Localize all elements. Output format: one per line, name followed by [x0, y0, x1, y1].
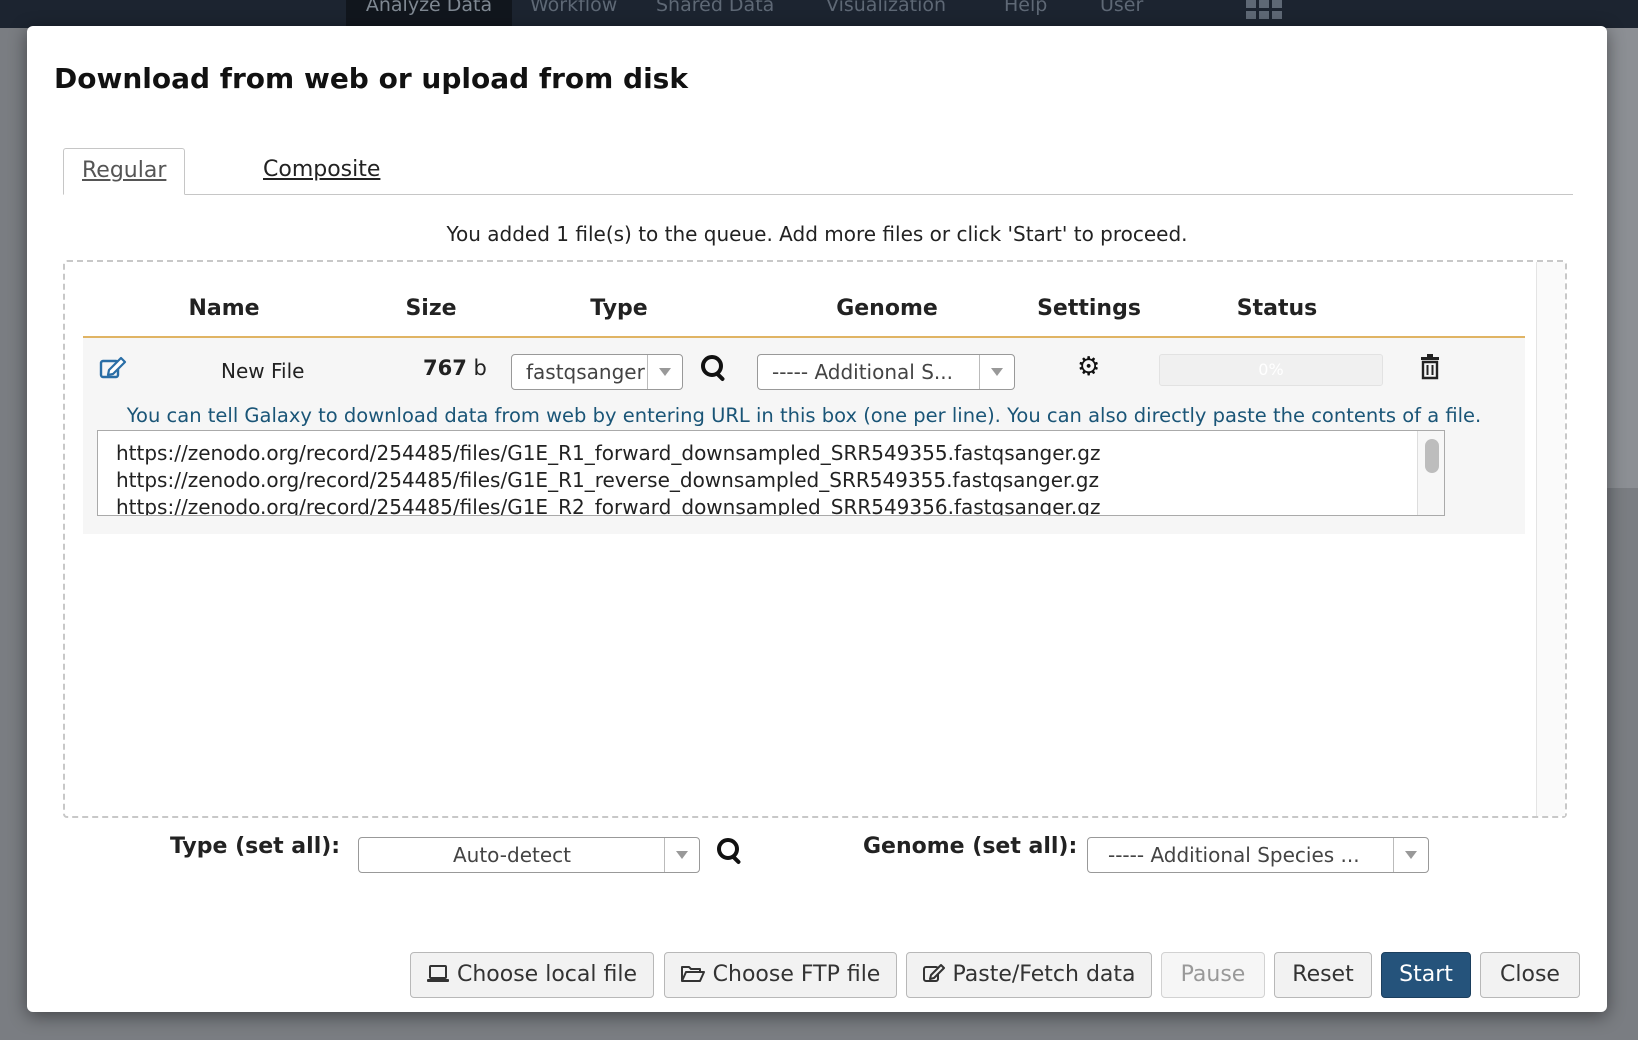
file-size-value: 767	[423, 356, 467, 380]
column-header-type: Type	[590, 296, 648, 321]
url-hint: You can tell Galaxy to download data fro…	[126, 404, 1482, 427]
dialog-title: Download from web or upload from disk	[54, 62, 688, 95]
tab-regular[interactable]: Regular	[63, 148, 186, 195]
file-genome-select[interactable]: ----- Additional S...	[757, 354, 1015, 390]
nav-help: Help	[1004, 0, 1048, 16]
search-icon[interactable]	[717, 838, 743, 864]
tab-composite[interactable]: Composite	[263, 148, 380, 194]
nav-workflow: Workflow	[530, 0, 618, 16]
type-set-all-label: Type (set all):	[170, 834, 341, 859]
file-name: New File	[221, 359, 305, 383]
chevron-down-icon	[664, 838, 699, 872]
chevron-down-icon	[647, 355, 682, 389]
type-set-all-select[interactable]: Auto-detect	[358, 837, 700, 873]
pause-button[interactable]: Pause	[1161, 952, 1265, 998]
paste-fetch-data-button[interactable]: Paste/Fetch data	[906, 952, 1152, 998]
file-type-value: fastqsanger	[526, 360, 645, 384]
upload-progress-bar: 0%	[1159, 354, 1383, 386]
search-icon[interactable]	[701, 355, 727, 381]
upload-drop-zone[interactable]: Name Size Type Genome Settings Status Ne…	[63, 260, 1567, 818]
url-line: https://zenodo.org/record/254485/files/G…	[116, 468, 1099, 492]
reset-button[interactable]: Reset	[1274, 952, 1372, 998]
upload-dialog: Download from web or upload from disk Re…	[27, 26, 1607, 1012]
paste-fetch-data-label: Paste/Fetch data	[952, 962, 1136, 987]
drop-zone-scrollbar[interactable]	[1536, 262, 1565, 816]
choose-local-file-label: Choose local file	[457, 962, 637, 987]
column-header-size: Size	[405, 296, 457, 321]
column-header-genome: Genome	[836, 296, 938, 321]
nav-analyze-data: Analyze Data	[346, 0, 512, 28]
file-genome-value: ----- Additional S...	[772, 360, 953, 384]
edit-icon[interactable]	[99, 356, 127, 380]
url-line: https://zenodo.org/record/254485/files/G…	[116, 495, 1101, 516]
choose-ftp-file-label: Choose FTP file	[712, 962, 881, 987]
start-button[interactable]: Start	[1381, 952, 1471, 998]
chevron-down-icon	[1393, 838, 1428, 872]
laptop-icon	[427, 965, 449, 982]
choose-local-file-button[interactable]: Choose local file	[410, 952, 654, 998]
genome-set-all-select[interactable]: ----- Additional Species ...	[1087, 837, 1429, 873]
apps-grid-icon	[1246, 0, 1282, 19]
upload-row: New File 767 b fastqsanger ----- Additio…	[83, 338, 1525, 534]
url-textarea[interactable]: https://zenodo.org/record/254485/files/G…	[97, 430, 1445, 516]
file-size: 767 b	[423, 356, 487, 380]
scrollbar-thumb[interactable]	[1425, 439, 1439, 473]
type-set-all-value: Auto-detect	[452, 843, 571, 867]
tab-bar: Regular Composite	[63, 148, 1573, 195]
url-line: https://zenodo.org/record/254485/files/G…	[116, 441, 1101, 465]
nav-user: User	[1100, 0, 1144, 16]
url-textarea-scrollbar[interactable]	[1417, 431, 1444, 515]
genome-set-all-label: Genome (set all):	[863, 834, 1078, 859]
nav-visualization: Visualization	[826, 0, 947, 16]
queue-info-message: You added 1 file(s) to the queue. Add mo…	[446, 222, 1188, 246]
close-button[interactable]: Close	[1480, 952, 1580, 998]
folder-open-icon	[680, 966, 705, 982]
file-type-select[interactable]: fastqsanger	[511, 354, 683, 390]
top-navbar: Analyze Data Workflow Shared Data Visual…	[0, 0, 1638, 28]
column-header-status: Status	[1236, 296, 1318, 321]
gear-icon[interactable]: ⚙	[1077, 354, 1100, 380]
nav-shared-data: Shared Data	[656, 0, 775, 16]
trash-icon[interactable]	[1419, 354, 1441, 380]
column-header-name: Name	[188, 296, 260, 321]
chevron-down-icon	[979, 355, 1014, 389]
file-size-unit: b	[473, 356, 487, 380]
edit-icon	[922, 964, 945, 982]
column-header-settings: Settings	[1037, 296, 1141, 321]
genome-set-all-value: ----- Additional Species ...	[1108, 843, 1360, 867]
choose-ftp-file-button[interactable]: Choose FTP file	[664, 952, 897, 998]
